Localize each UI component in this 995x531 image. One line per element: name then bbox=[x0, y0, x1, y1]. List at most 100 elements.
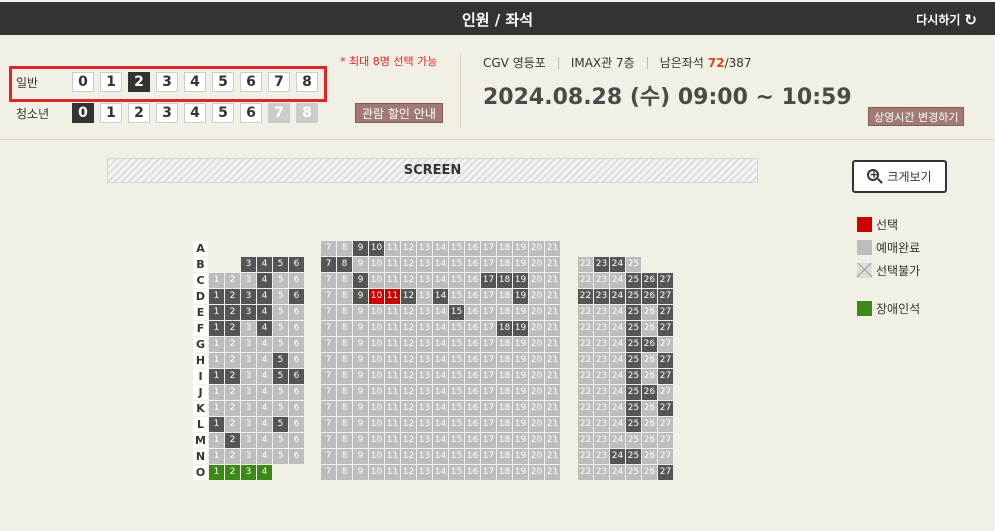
seat-M4[interactable]: 4 bbox=[257, 433, 272, 448]
seat-I7[interactable]: 7 bbox=[321, 369, 336, 384]
seat-I23[interactable]: 23 bbox=[594, 369, 609, 384]
seat-N21[interactable]: 21 bbox=[545, 449, 560, 464]
seat-B16[interactable]: 16 bbox=[465, 257, 480, 272]
seat-E24[interactable]: 24 bbox=[610, 305, 625, 320]
seat-H18[interactable]: 18 bbox=[497, 353, 512, 368]
seat-H10[interactable]: 10 bbox=[369, 353, 384, 368]
seat-F22[interactable]: 22 bbox=[578, 321, 593, 336]
seat-M26[interactable]: 26 bbox=[642, 433, 657, 448]
seat-E18[interactable]: 18 bbox=[497, 305, 512, 320]
seat-G1[interactable]: 1 bbox=[209, 337, 224, 352]
seat-E19[interactable]: 19 bbox=[513, 305, 528, 320]
seat-M25[interactable]: 25 bbox=[626, 433, 641, 448]
seat-H14[interactable]: 14 bbox=[433, 353, 448, 368]
seat-E26[interactable]: 26 bbox=[642, 305, 657, 320]
seat-E7[interactable]: 7 bbox=[321, 305, 336, 320]
seat-E16[interactable]: 16 bbox=[465, 305, 480, 320]
seat-L19[interactable]: 19 bbox=[513, 417, 528, 432]
seat-N10[interactable]: 10 bbox=[369, 449, 384, 464]
seat-C2[interactable]: 2 bbox=[225, 273, 240, 288]
seat-J10[interactable]: 10 bbox=[369, 385, 384, 400]
seat-D10[interactable]: 10 bbox=[369, 289, 384, 304]
seat-H7[interactable]: 7 bbox=[321, 353, 336, 368]
seat-O23[interactable]: 23 bbox=[594, 465, 609, 480]
seat-C21[interactable]: 21 bbox=[545, 273, 560, 288]
seat-J20[interactable]: 20 bbox=[529, 385, 544, 400]
seat-E13[interactable]: 13 bbox=[417, 305, 432, 320]
seat-D17[interactable]: 17 bbox=[481, 289, 496, 304]
seat-I9[interactable]: 9 bbox=[353, 369, 368, 384]
seat-G16[interactable]: 16 bbox=[465, 337, 480, 352]
seat-L6[interactable]: 6 bbox=[289, 417, 304, 432]
seat-C11[interactable]: 11 bbox=[385, 273, 400, 288]
seat-A21[interactable]: 21 bbox=[545, 241, 560, 256]
seat-M18[interactable]: 18 bbox=[497, 433, 512, 448]
seat-L22[interactable]: 22 bbox=[578, 417, 593, 432]
seat-B9[interactable]: 9 bbox=[353, 257, 368, 272]
seat-E14[interactable]: 14 bbox=[433, 305, 448, 320]
seat-A19[interactable]: 19 bbox=[513, 241, 528, 256]
seat-I15[interactable]: 15 bbox=[449, 369, 464, 384]
seat-K2[interactable]: 2 bbox=[225, 401, 240, 416]
seat-F3[interactable]: 3 bbox=[241, 321, 256, 336]
seat-G9[interactable]: 9 bbox=[353, 337, 368, 352]
seat-N26[interactable]: 26 bbox=[642, 449, 657, 464]
seat-K4[interactable]: 4 bbox=[257, 401, 272, 416]
seat-H24[interactable]: 24 bbox=[610, 353, 625, 368]
seat-D5[interactable]: 5 bbox=[273, 289, 288, 304]
seat-M3[interactable]: 3 bbox=[241, 433, 256, 448]
seat-H12[interactable]: 12 bbox=[401, 353, 416, 368]
seat-M20[interactable]: 20 bbox=[529, 433, 544, 448]
seat-E12[interactable]: 12 bbox=[401, 305, 416, 320]
seat-M9[interactable]: 9 bbox=[353, 433, 368, 448]
seat-M1[interactable]: 1 bbox=[209, 433, 224, 448]
seat-M7[interactable]: 7 bbox=[321, 433, 336, 448]
seat-L12[interactable]: 12 bbox=[401, 417, 416, 432]
seat-N16[interactable]: 16 bbox=[465, 449, 480, 464]
seat-J14[interactable]: 14 bbox=[433, 385, 448, 400]
seat-C3[interactable]: 3 bbox=[241, 273, 256, 288]
seat-G23[interactable]: 23 bbox=[594, 337, 609, 352]
seat-N7[interactable]: 7 bbox=[321, 449, 336, 464]
seat-I11[interactable]: 11 bbox=[385, 369, 400, 384]
seat-I24[interactable]: 24 bbox=[610, 369, 625, 384]
seat-J23[interactable]: 23 bbox=[594, 385, 609, 400]
seat-H17[interactable]: 17 bbox=[481, 353, 496, 368]
youth-count-1[interactable]: 1 bbox=[100, 103, 122, 123]
youth-count-0[interactable]: 0 bbox=[72, 103, 94, 123]
seat-A16[interactable]: 16 bbox=[465, 241, 480, 256]
seat-M24[interactable]: 24 bbox=[610, 433, 625, 448]
seat-F9[interactable]: 9 bbox=[353, 321, 368, 336]
seat-H11[interactable]: 11 bbox=[385, 353, 400, 368]
seat-I12[interactable]: 12 bbox=[401, 369, 416, 384]
seat-O26[interactable]: 26 bbox=[642, 465, 657, 480]
seat-M6[interactable]: 6 bbox=[289, 433, 304, 448]
youth-count-5[interactable]: 5 bbox=[212, 103, 234, 123]
seat-F24[interactable]: 24 bbox=[610, 321, 625, 336]
seat-G10[interactable]: 10 bbox=[369, 337, 384, 352]
seat-L27[interactable]: 27 bbox=[658, 417, 673, 432]
seat-A8[interactable]: 8 bbox=[337, 241, 352, 256]
seat-J8[interactable]: 8 bbox=[337, 385, 352, 400]
seat-F7[interactable]: 7 bbox=[321, 321, 336, 336]
seat-J24[interactable]: 24 bbox=[610, 385, 625, 400]
seat-F26[interactable]: 26 bbox=[642, 321, 657, 336]
seat-J15[interactable]: 15 bbox=[449, 385, 464, 400]
seat-N8[interactable]: 8 bbox=[337, 449, 352, 464]
seat-H19[interactable]: 19 bbox=[513, 353, 528, 368]
seat-H6[interactable]: 6 bbox=[289, 353, 304, 368]
seat-K9[interactable]: 9 bbox=[353, 401, 368, 416]
seat-E11[interactable]: 11 bbox=[385, 305, 400, 320]
seat-I8[interactable]: 8 bbox=[337, 369, 352, 384]
seat-E8[interactable]: 8 bbox=[337, 305, 352, 320]
seat-F10[interactable]: 10 bbox=[369, 321, 384, 336]
seat-G20[interactable]: 20 bbox=[529, 337, 544, 352]
seat-L11[interactable]: 11 bbox=[385, 417, 400, 432]
seat-G2[interactable]: 2 bbox=[225, 337, 240, 352]
seat-C1[interactable]: 1 bbox=[209, 273, 224, 288]
seat-L16[interactable]: 16 bbox=[465, 417, 480, 432]
seat-I17[interactable]: 17 bbox=[481, 369, 496, 384]
seat-N4[interactable]: 4 bbox=[257, 449, 272, 464]
seat-H26[interactable]: 26 bbox=[642, 353, 657, 368]
seat-L20[interactable]: 20 bbox=[529, 417, 544, 432]
